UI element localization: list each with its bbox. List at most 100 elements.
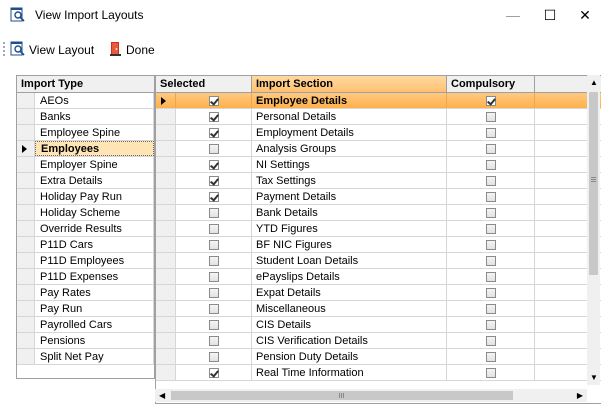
import-section-row[interactable]: Employee Details — [156, 93, 601, 109]
import-type-row[interactable]: Pensions — [17, 333, 154, 349]
import-section-row[interactable]: Analysis Groups — [156, 141, 601, 157]
row-header[interactable] — [156, 285, 176, 300]
import-section-row[interactable]: Payment Details — [156, 189, 601, 205]
import-section-column-header[interactable]: Import Section — [252, 76, 447, 93]
row-header[interactable] — [17, 349, 35, 364]
selected-checkbox[interactable] — [208, 335, 219, 346]
row-header[interactable] — [156, 141, 176, 156]
row-header[interactable] — [17, 269, 35, 284]
row-header[interactable] — [156, 269, 176, 284]
row-header[interactable] — [17, 173, 35, 188]
selected-checkbox[interactable] — [208, 95, 219, 106]
horizontal-scroll-thumb[interactable] — [171, 391, 513, 400]
row-header[interactable] — [156, 237, 176, 252]
import-type-row[interactable]: P11D Cars — [17, 237, 154, 253]
row-header[interactable] — [17, 237, 35, 252]
row-header[interactable] — [156, 221, 176, 236]
import-type-row[interactable]: Payrolled Cars — [17, 317, 154, 333]
row-header[interactable] — [156, 365, 176, 380]
row-header[interactable] — [156, 333, 176, 348]
selected-checkbox[interactable] — [208, 223, 219, 234]
row-header[interactable] — [156, 93, 176, 108]
selected-checkbox[interactable] — [208, 351, 219, 362]
import-section-row[interactable]: Pension Duty Details — [156, 349, 601, 365]
import-type-row[interactable]: Employee Spine — [17, 125, 154, 141]
import-section-row[interactable]: Miscellaneous — [156, 301, 601, 317]
selected-checkbox[interactable] — [208, 175, 219, 186]
row-header[interactable] — [17, 285, 35, 300]
import-type-row[interactable]: Holiday Pay Run — [17, 189, 154, 205]
import-type-row[interactable]: Pay Run — [17, 301, 154, 317]
row-header[interactable] — [17, 157, 35, 172]
import-section-row[interactable]: Employment Details — [156, 125, 601, 141]
row-header[interactable] — [17, 109, 35, 124]
selected-checkbox[interactable] — [208, 271, 219, 282]
vertical-scroll-thumb[interactable] — [589, 92, 598, 275]
row-header[interactable] — [156, 317, 176, 332]
row-header[interactable] — [17, 301, 35, 316]
selected-checkbox[interactable] — [208, 303, 219, 314]
row-header[interactable] — [17, 317, 35, 332]
import-section-row[interactable]: Expat Details — [156, 285, 601, 301]
import-type-row[interactable]: P11D Expenses — [17, 269, 154, 285]
selected-checkbox[interactable] — [208, 143, 219, 154]
row-header[interactable] — [17, 141, 35, 156]
row-header[interactable] — [156, 125, 176, 140]
row-header[interactable] — [156, 205, 176, 220]
import-type-row[interactable]: Banks — [17, 109, 154, 125]
compulsory-column-header[interactable]: Compulsory — [447, 76, 535, 93]
row-header[interactable] — [156, 189, 176, 204]
scroll-left-icon[interactable]: ◀ — [159, 391, 165, 400]
import-section-row[interactable]: CIS Verification Details — [156, 333, 601, 349]
import-type-row[interactable]: Holiday Scheme — [17, 205, 154, 221]
import-type-row[interactable]: Override Results — [17, 221, 154, 237]
row-header[interactable] — [156, 301, 176, 316]
selected-checkbox[interactable] — [208, 367, 219, 378]
import-section-row[interactable]: BF NIC Figures — [156, 237, 601, 253]
selected-checkbox[interactable] — [208, 111, 219, 122]
selected-checkbox[interactable] — [208, 239, 219, 250]
scroll-right-icon[interactable]: ▶ — [577, 391, 583, 400]
selected-checkbox[interactable] — [208, 255, 219, 266]
import-section-row[interactable]: Student Loan Details — [156, 253, 601, 269]
scroll-down-icon[interactable]: ▼ — [590, 373, 598, 382]
row-header[interactable] — [156, 173, 176, 188]
row-header[interactable] — [156, 253, 176, 268]
selected-checkbox[interactable] — [208, 207, 219, 218]
row-header[interactable] — [156, 349, 176, 364]
row-header[interactable] — [17, 93, 35, 108]
horizontal-scrollbar[interactable]: ◀ ▶ — [155, 389, 587, 402]
view-layout-button[interactable]: View Layout — [10, 41, 94, 59]
selected-column-header[interactable]: Selected — [156, 76, 252, 93]
row-header[interactable] — [156, 109, 176, 124]
row-header[interactable] — [156, 157, 176, 172]
import-type-row[interactable]: Employer Spine — [17, 157, 154, 173]
selected-checkbox[interactable] — [208, 287, 219, 298]
selected-checkbox[interactable] — [208, 319, 219, 330]
selected-checkbox[interactable] — [208, 127, 219, 138]
close-button[interactable]: ✕ — [563, 0, 601, 30]
row-header[interactable] — [17, 125, 35, 140]
import-type-row[interactable]: Split Net Pay — [17, 349, 154, 365]
import-section-row[interactable]: Tax Settings — [156, 173, 601, 189]
row-header[interactable] — [17, 253, 35, 268]
vertical-scrollbar[interactable]: ▲ ▼ — [587, 75, 600, 385]
row-header[interactable] — [17, 333, 35, 348]
import-section-row[interactable]: Personal Details — [156, 109, 601, 125]
import-type-row[interactable]: P11D Employees — [17, 253, 154, 269]
import-section-row[interactable]: Bank Details — [156, 205, 601, 221]
import-type-row[interactable]: AEOs — [17, 93, 154, 109]
toolbar-grip[interactable] — [3, 42, 5, 58]
import-type-row[interactable]: Employees — [17, 141, 154, 157]
done-button[interactable]: Done — [110, 41, 155, 59]
import-section-row[interactable]: NI Settings — [156, 157, 601, 173]
row-header[interactable] — [17, 205, 35, 220]
import-section-row[interactable]: Real Time Information — [156, 365, 601, 381]
selected-checkbox[interactable] — [208, 191, 219, 202]
import-type-row[interactable]: Pay Rates — [17, 285, 154, 301]
import-section-row[interactable]: CIS Details — [156, 317, 601, 333]
row-header[interactable] — [17, 189, 35, 204]
import-type-row[interactable]: Extra Details — [17, 173, 154, 189]
row-header[interactable] — [17, 221, 35, 236]
scroll-up-icon[interactable]: ▲ — [590, 78, 598, 87]
